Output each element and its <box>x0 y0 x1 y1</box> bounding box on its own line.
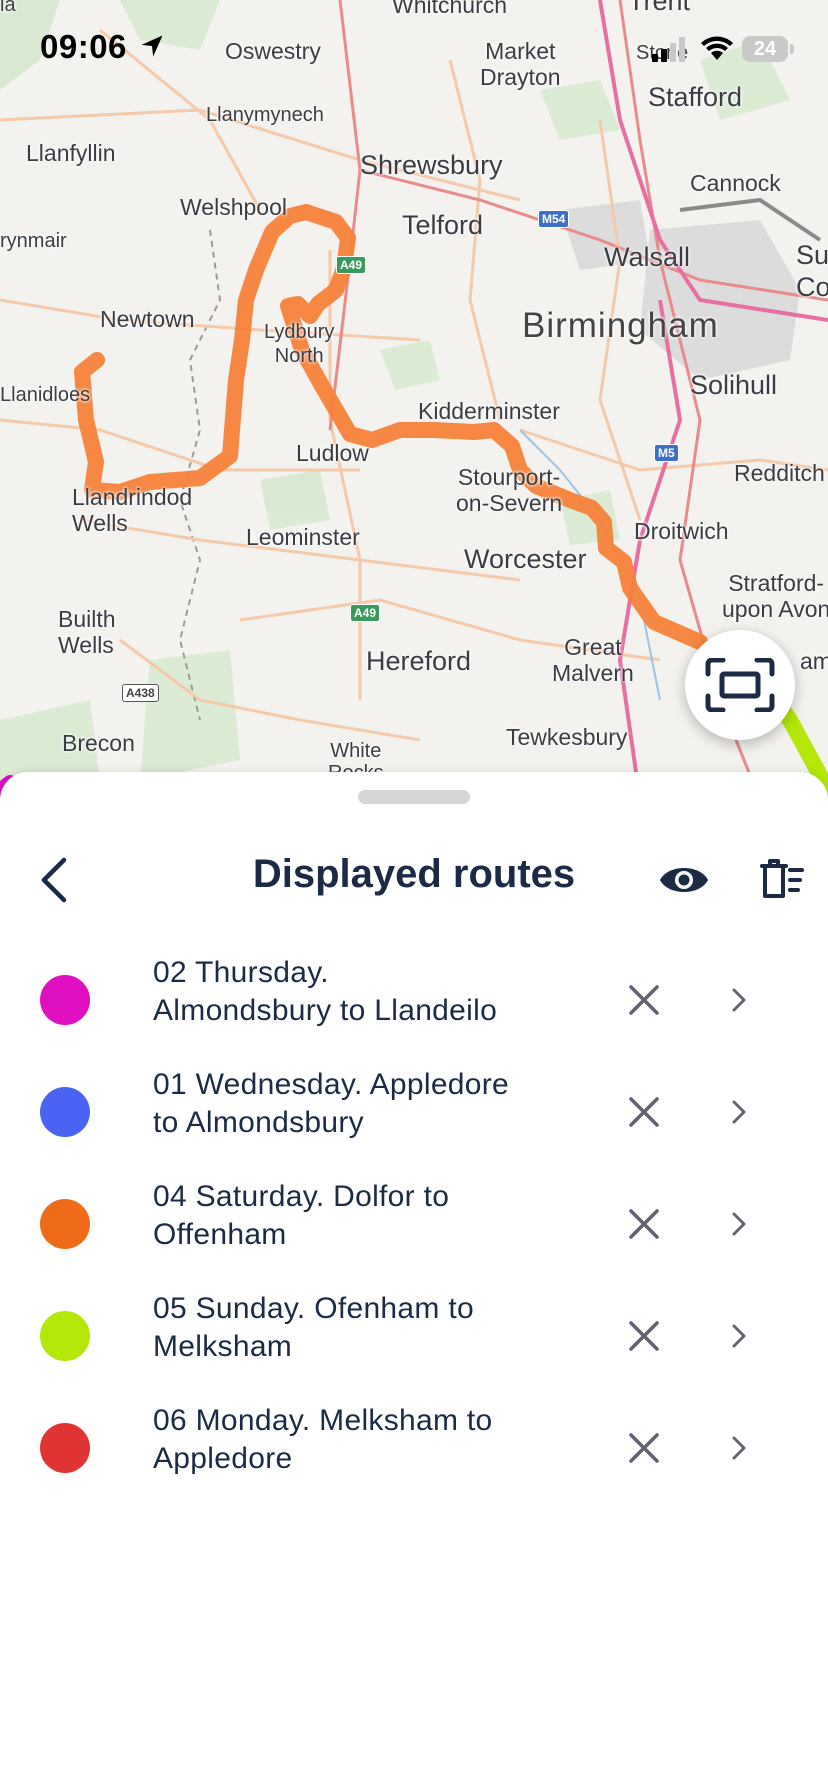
close-icon <box>629 1433 659 1463</box>
road-shield: A49 <box>336 256 367 274</box>
map-label: Stourport- on-Severn <box>456 464 563 516</box>
map-label: Llandrindod Wells <box>72 484 193 536</box>
clear-all-routes-button[interactable] <box>758 856 804 902</box>
map-label: Ludlow <box>296 440 369 466</box>
map-label: Llanidloes <box>0 384 91 406</box>
map-label: Telford <box>402 210 484 240</box>
chevron-right-icon <box>732 1212 746 1236</box>
route-name: 01 Wednesday. Appledore to Almondsbury <box>153 1068 510 1139</box>
map-label: Co <box>796 272 828 302</box>
open-route-button[interactable] <box>728 1430 752 1466</box>
map-label: Newtown <box>100 306 195 332</box>
location-arrow-icon <box>141 35 163 57</box>
remove-route-button[interactable] <box>626 1430 662 1466</box>
close-icon <box>629 1209 659 1239</box>
route-color-dot <box>40 1423 90 1473</box>
map-label: Worcester <box>464 544 587 574</box>
route-line-orange[interactable] <box>74 204 708 650</box>
list-item[interactable]: 02 Thursday. Almondsbury to Llandeilo <box>0 942 828 1054</box>
map-label: Kidderminster <box>418 398 560 424</box>
toggle-visibility-button[interactable] <box>658 858 710 902</box>
close-icon <box>629 1321 659 1351</box>
route-list: 02 Thursday. Almondsbury to Llandeilo 01… <box>0 942 828 1502</box>
map-label: Birmingham <box>522 306 719 345</box>
remove-route-button[interactable] <box>626 1318 662 1354</box>
map-label: Su <box>796 240 828 270</box>
route-name: 06 Monday. Melksham to Appledore <box>153 1404 493 1475</box>
road-shield: A49 <box>350 604 381 622</box>
status-time: 09:06 <box>40 28 127 65</box>
map-label: Shrewsbury <box>360 150 503 180</box>
road-shield: M5 <box>654 444 679 462</box>
open-route-button[interactable] <box>728 1206 752 1242</box>
road-shield: A438 <box>122 684 159 702</box>
fit-bounds-icon <box>705 658 775 712</box>
chevron-right-icon <box>732 1436 746 1460</box>
route-name: 05 Sunday. Ofenham to Melksham <box>153 1292 474 1363</box>
close-icon <box>629 1097 659 1127</box>
route-color-dot <box>40 1087 90 1137</box>
route-name: 02 Thursday. Almondsbury to Llandeilo <box>153 956 498 1027</box>
list-item[interactable]: 01 Wednesday. Appledore to Almondsbury <box>0 1054 828 1166</box>
map-label: Hereford <box>366 646 472 676</box>
remove-route-button[interactable] <box>626 1094 662 1130</box>
cellular-signal-icon <box>652 37 685 62</box>
chevron-right-icon <box>732 1100 746 1124</box>
open-route-button[interactable] <box>728 982 752 1018</box>
map-label: Great Malvern <box>552 634 634 686</box>
fit-to-routes-button[interactable] <box>685 630 795 740</box>
map-label: Walsall <box>604 242 691 272</box>
list-item[interactable]: 04 Saturday. Dolfor to Offenham <box>0 1166 828 1278</box>
sheet-drag-handle[interactable] <box>358 790 470 804</box>
route-name: 04 Saturday. Dolfor to Offenham <box>153 1180 450 1251</box>
wifi-icon <box>701 36 733 60</box>
open-route-button[interactable] <box>728 1094 752 1130</box>
map-label: Llanymynech <box>206 104 324 126</box>
open-route-button[interactable] <box>728 1318 752 1354</box>
map-label: Welshpool <box>180 194 287 220</box>
map-label: Lydbury North <box>264 321 335 367</box>
map-label: Stratford- upon Avon <box>722 570 828 622</box>
status-bar: 09:06 24 <box>0 0 828 100</box>
remove-route-button[interactable] <box>626 982 662 1018</box>
map-label: Solihull <box>690 370 778 400</box>
battery-indicator: 24 <box>742 36 794 62</box>
list-item[interactable]: 06 Monday. Melksham to Appledore <box>0 1390 828 1502</box>
route-color-dot <box>40 975 90 1025</box>
road-shield: M54 <box>538 210 570 228</box>
route-color-dot <box>40 1311 90 1361</box>
displayed-routes-sheet: Displayed routes 02 Thursday. Almondsbur… <box>0 772 828 1792</box>
map-label: Leominster <box>246 524 360 550</box>
chevron-right-icon <box>732 1324 746 1348</box>
eye-icon <box>660 868 708 892</box>
map-label: Cannock <box>690 170 781 196</box>
chevron-right-icon <box>732 988 746 1012</box>
map-label: Droitwich <box>634 518 729 544</box>
map-label: Brecon <box>62 730 135 756</box>
remove-route-button[interactable] <box>626 1206 662 1242</box>
list-item[interactable]: 05 Sunday. Ofenham to Melksham <box>0 1278 828 1390</box>
map-label: am <box>800 648 828 674</box>
map-label: Llanfyllin <box>26 140 116 166</box>
delete-list-icon <box>760 859 804 898</box>
map-label: Redditch <box>734 460 825 486</box>
map-label: Builth Wells <box>58 606 116 658</box>
map-label: rynmair <box>0 230 67 252</box>
close-icon <box>629 985 659 1015</box>
route-color-dot <box>40 1199 90 1249</box>
map-label: Tewkesbury <box>506 724 628 750</box>
